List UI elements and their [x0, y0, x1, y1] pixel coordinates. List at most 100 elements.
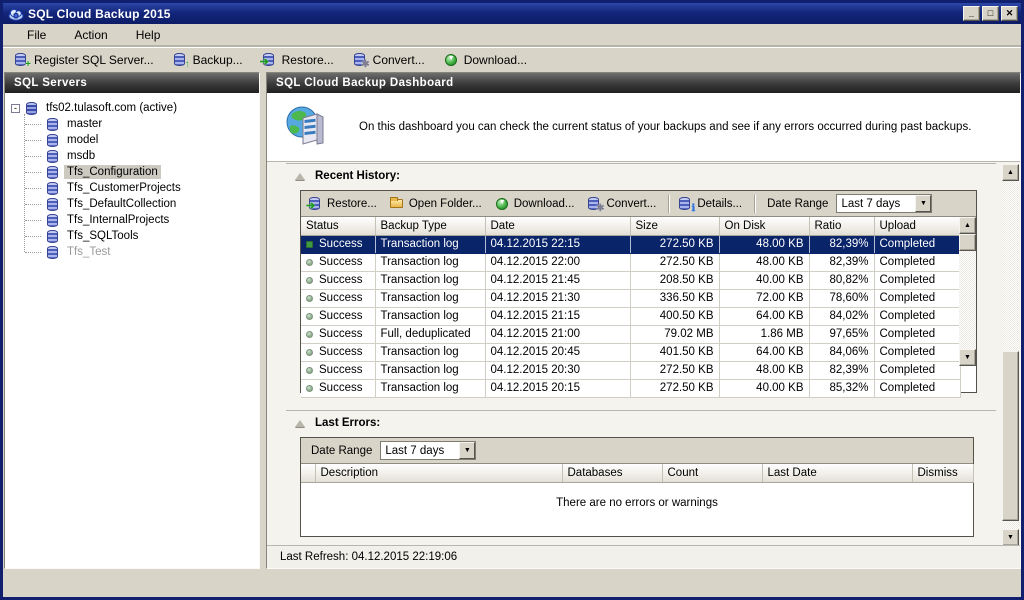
database-label[interactable]: Tfs_InternalProjects: [64, 213, 172, 227]
tree-node-server[interactable]: - tfs02.tulasoft.com (active): [11, 100, 257, 116]
table-row[interactable]: SuccessTransaction log04.12.2015 21:3033…: [301, 289, 960, 307]
convert--button[interactable]: ✱Convert...: [348, 50, 433, 70]
database-label[interactable]: master: [64, 117, 105, 131]
menu-item-action[interactable]: Action: [60, 25, 121, 46]
menu-item-file[interactable]: File: [13, 25, 60, 46]
database-label[interactable]: Tfs_Configuration: [64, 165, 161, 179]
tree-node-model[interactable]: model: [23, 132, 257, 148]
table-row[interactable]: SuccessTransaction log04.12.2015 22:0027…: [301, 253, 960, 271]
database-label[interactable]: model: [64, 133, 101, 147]
column-header-on-disk[interactable]: On Disk: [719, 217, 809, 235]
date-cell: 04.12.2015 21:45: [485, 271, 630, 289]
tree-node-tfs_test[interactable]: Tfs_Test: [23, 244, 257, 260]
on-disk-cell: 48.00 KB: [719, 253, 809, 271]
table-row[interactable]: SuccessTransaction log04.12.2015 21:1540…: [301, 307, 960, 325]
tree-children: master model msdb Tfs_Configuration Tfs_Cust…: [23, 116, 257, 260]
scrollbar-thumb[interactable]: [1002, 351, 1019, 521]
server-tree: - tfs02.tulasoft.com (active) master mode…: [5, 93, 259, 260]
table-row[interactable]: SuccessTransaction log04.12.2015 20:1527…: [301, 379, 960, 397]
success-status-icon: [306, 277, 313, 284]
column-header-upload[interactable]: Upload: [874, 217, 960, 235]
upload-cell: Completed: [874, 271, 960, 289]
size-cell: 336.50 KB: [630, 289, 719, 307]
database-label[interactable]: Tfs_Test: [64, 245, 113, 259]
chevron-down-icon[interactable]: ▼: [459, 442, 475, 459]
last-errors-label: Last Errors:: [315, 417, 380, 429]
details--button[interactable]: ℹDetails...: [675, 194, 748, 214]
on-disk-cell: 48.00 KB: [719, 361, 809, 379]
tree-node-tfs_sqltools[interactable]: Tfs_SQLTools: [23, 228, 257, 244]
scroll-down-icon[interactable]: ▼: [1002, 529, 1019, 545]
size-cell: 272.50 KB: [630, 379, 719, 397]
minimize-button[interactable]: _: [963, 6, 980, 21]
column-header-description[interactable]: Description: [315, 464, 562, 482]
convert--button[interactable]: ✱Convert...: [584, 194, 662, 214]
maximize-button[interactable]: □: [982, 6, 999, 21]
column-header-icon[interactable]: [301, 464, 315, 482]
table-row[interactable]: SuccessTransaction log04.12.2015 20:3027…: [301, 361, 960, 379]
convert-icon: ✱: [352, 52, 368, 68]
column-header-count[interactable]: Count: [662, 464, 762, 482]
status-cell: Success: [301, 253, 375, 271]
scroll-up-icon[interactable]: ▲: [959, 217, 976, 234]
database-icon: [45, 197, 60, 212]
tree-node-tfs_customerprojects[interactable]: Tfs_CustomerProjects: [23, 180, 257, 196]
server-label[interactable]: tfs02.tulasoft.com (active): [43, 101, 180, 115]
column-header-status[interactable]: Status: [301, 217, 375, 235]
errors-date-range-select[interactable]: Last 7 days ▼: [380, 441, 476, 460]
column-header-databases[interactable]: Databases: [562, 464, 662, 482]
status-cell: Success: [301, 235, 375, 253]
date-range-label: Date Range: [305, 445, 380, 457]
download--button[interactable]: Download...: [439, 50, 535, 70]
recent-history-scrollbar[interactable]: ▲ ▼: [959, 217, 976, 366]
restore--button[interactable]: ➔Restore...: [305, 194, 383, 214]
column-header-date[interactable]: Date: [485, 217, 630, 235]
tree-node-tfs_configuration[interactable]: Tfs_Configuration: [23, 164, 257, 180]
success-status-icon: [306, 349, 313, 356]
sql-servers-header: SQL Servers: [5, 73, 259, 93]
upload-cell: Completed: [874, 289, 960, 307]
app-cloud-icon: [8, 7, 24, 21]
date-cell: 04.12.2015 22:00: [485, 253, 630, 271]
app-window: SQL Cloud Backup 2015 _ □ ✕ FileActionHe…: [0, 0, 1024, 600]
tree-node-msdb[interactable]: msdb: [23, 148, 257, 164]
tree-node-tfs_internalprojects[interactable]: Tfs_InternalProjects: [23, 212, 257, 228]
restore--button[interactable]: ➔Restore...: [257, 50, 342, 70]
button-label: Backup...: [193, 53, 243, 67]
register-sql-server--button[interactable]: +Register SQL Server...: [9, 50, 162, 70]
button-label: Open Folder...: [409, 198, 482, 210]
ratio-cell: 80,82%: [809, 271, 874, 289]
scrollbar-thumb[interactable]: [959, 234, 976, 251]
table-row[interactable]: SuccessTransaction log04.12.2015 21:4520…: [301, 271, 960, 289]
database-label[interactable]: Tfs_DefaultCollection: [64, 197, 179, 211]
open-folder--button[interactable]: Open Folder...: [387, 194, 488, 214]
column-header-ratio[interactable]: Ratio: [809, 217, 874, 235]
database-icon: [45, 229, 60, 244]
column-header-size[interactable]: Size: [630, 217, 719, 235]
table-row[interactable]: SuccessTransaction log04.12.2015 20:4540…: [301, 343, 960, 361]
button-label: Download...: [464, 53, 527, 67]
database-label[interactable]: Tfs_SQLTools: [64, 229, 141, 243]
column-header-last-date[interactable]: Last Date: [762, 464, 912, 482]
backup--button[interactable]: ↑Backup...: [168, 50, 251, 70]
table-row[interactable]: SuccessFull, deduplicated04.12.2015 21:0…: [301, 325, 960, 343]
database-label[interactable]: msdb: [64, 149, 98, 163]
scroll-down-icon[interactable]: ▼: [959, 349, 976, 366]
collapse-icon[interactable]: [295, 173, 305, 180]
tree-expander-icon[interactable]: -: [11, 104, 20, 113]
button-label: Convert...: [606, 198, 656, 210]
download--button[interactable]: Download...: [492, 194, 581, 214]
menu-item-help[interactable]: Help: [122, 25, 175, 46]
tree-node-tfs_defaultcollection[interactable]: Tfs_DefaultCollection: [23, 196, 257, 212]
scroll-up-icon[interactable]: ▲: [1002, 164, 1019, 181]
close-button[interactable]: ✕: [1001, 6, 1018, 21]
column-header-backup-type[interactable]: Backup Type: [375, 217, 485, 235]
column-header-dismiss[interactable]: Dismiss: [912, 464, 973, 482]
database-label[interactable]: Tfs_CustomerProjects: [64, 181, 184, 195]
history-date-range-select[interactable]: Last 7 days▼: [836, 194, 932, 213]
tree-node-master[interactable]: master: [23, 116, 257, 132]
table-row[interactable]: SuccessTransaction log04.12.2015 22:1527…: [301, 235, 960, 253]
chevron-down-icon[interactable]: ▼: [915, 195, 931, 212]
dashboard-scrollbar[interactable]: ▲ ▼: [1002, 164, 1019, 545]
collapse-icon[interactable]: [295, 420, 305, 427]
